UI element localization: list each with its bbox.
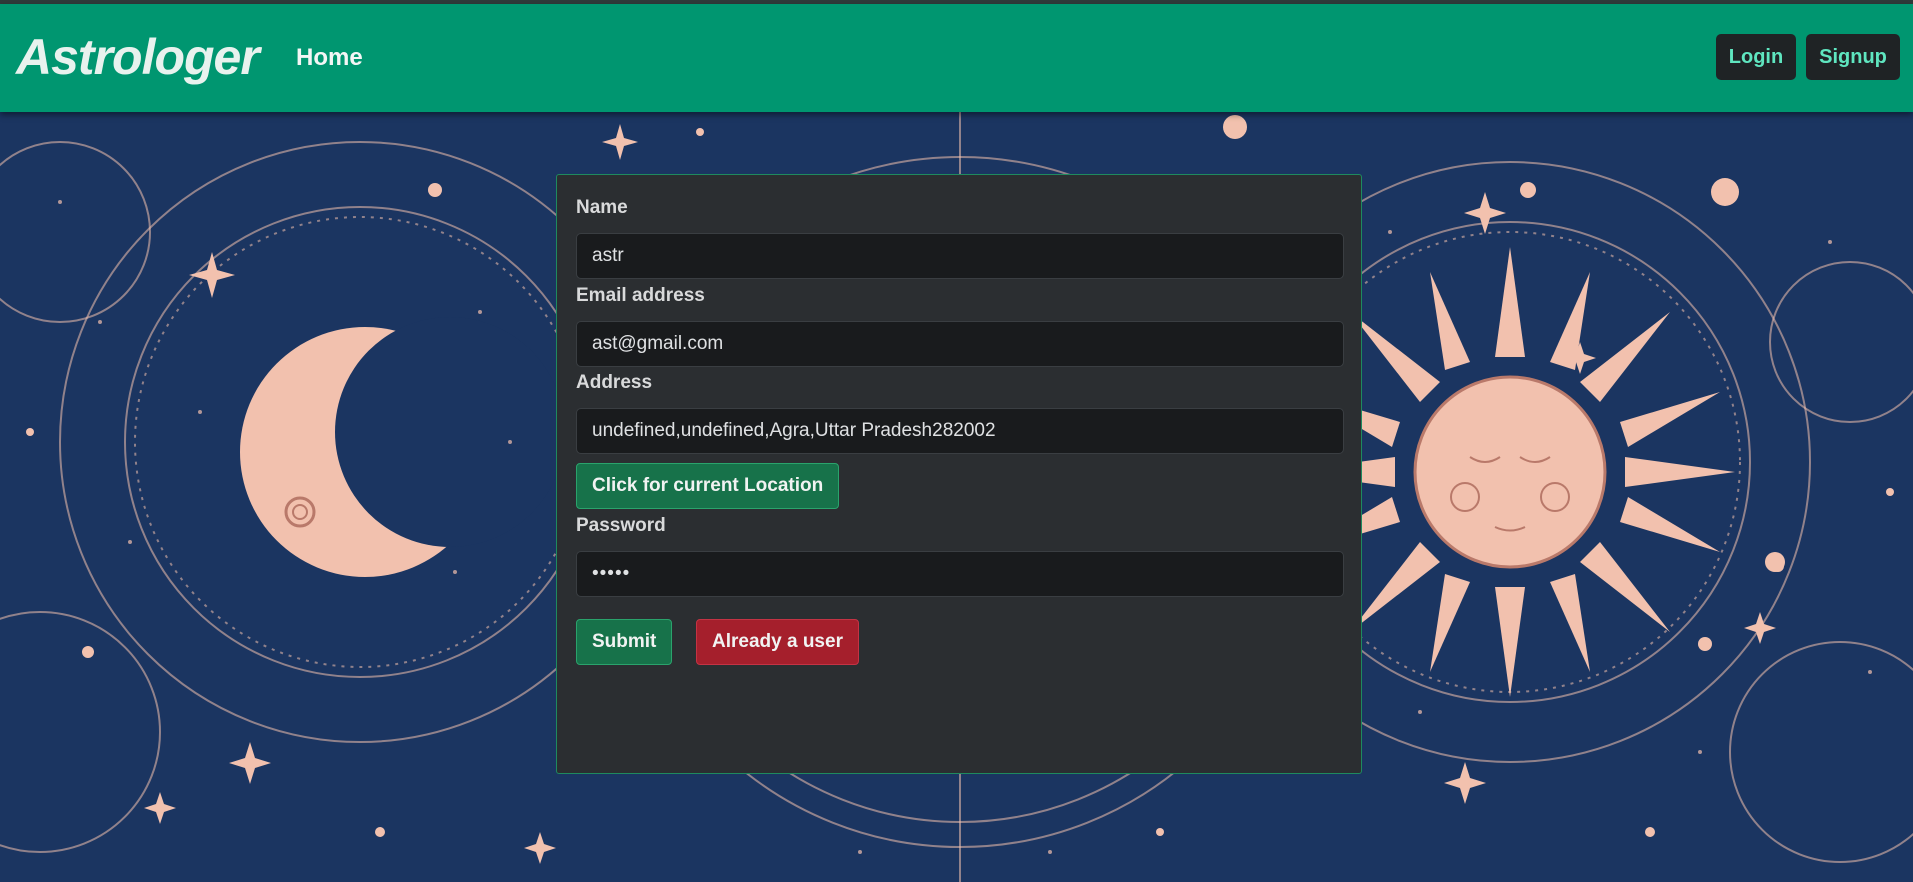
address-label: Address <box>576 372 653 393</box>
navbar: Astrologer Home Login Signup <box>0 4 1913 112</box>
submit-button[interactable]: Submit <box>576 619 673 665</box>
login-button[interactable]: Login <box>1716 34 1796 80</box>
password-label: Password <box>576 515 666 536</box>
already-user-button[interactable]: Already a user <box>696 619 859 665</box>
address-input[interactable] <box>576 408 1344 454</box>
signup-form: Name Email address Address Click for cur… <box>556 174 1362 774</box>
name-label: Name <box>576 197 628 218</box>
brand-logo[interactable]: Astrologer <box>16 28 260 86</box>
name-input[interactable] <box>576 233 1344 279</box>
signup-button[interactable]: Signup <box>1806 34 1900 80</box>
email-input[interactable] <box>576 321 1344 367</box>
password-input[interactable]: ••••• <box>576 551 1344 597</box>
email-label: Email address <box>576 285 705 306</box>
current-location-button[interactable]: Click for current Location <box>576 463 840 509</box>
nav-home-link[interactable]: Home <box>296 44 363 72</box>
